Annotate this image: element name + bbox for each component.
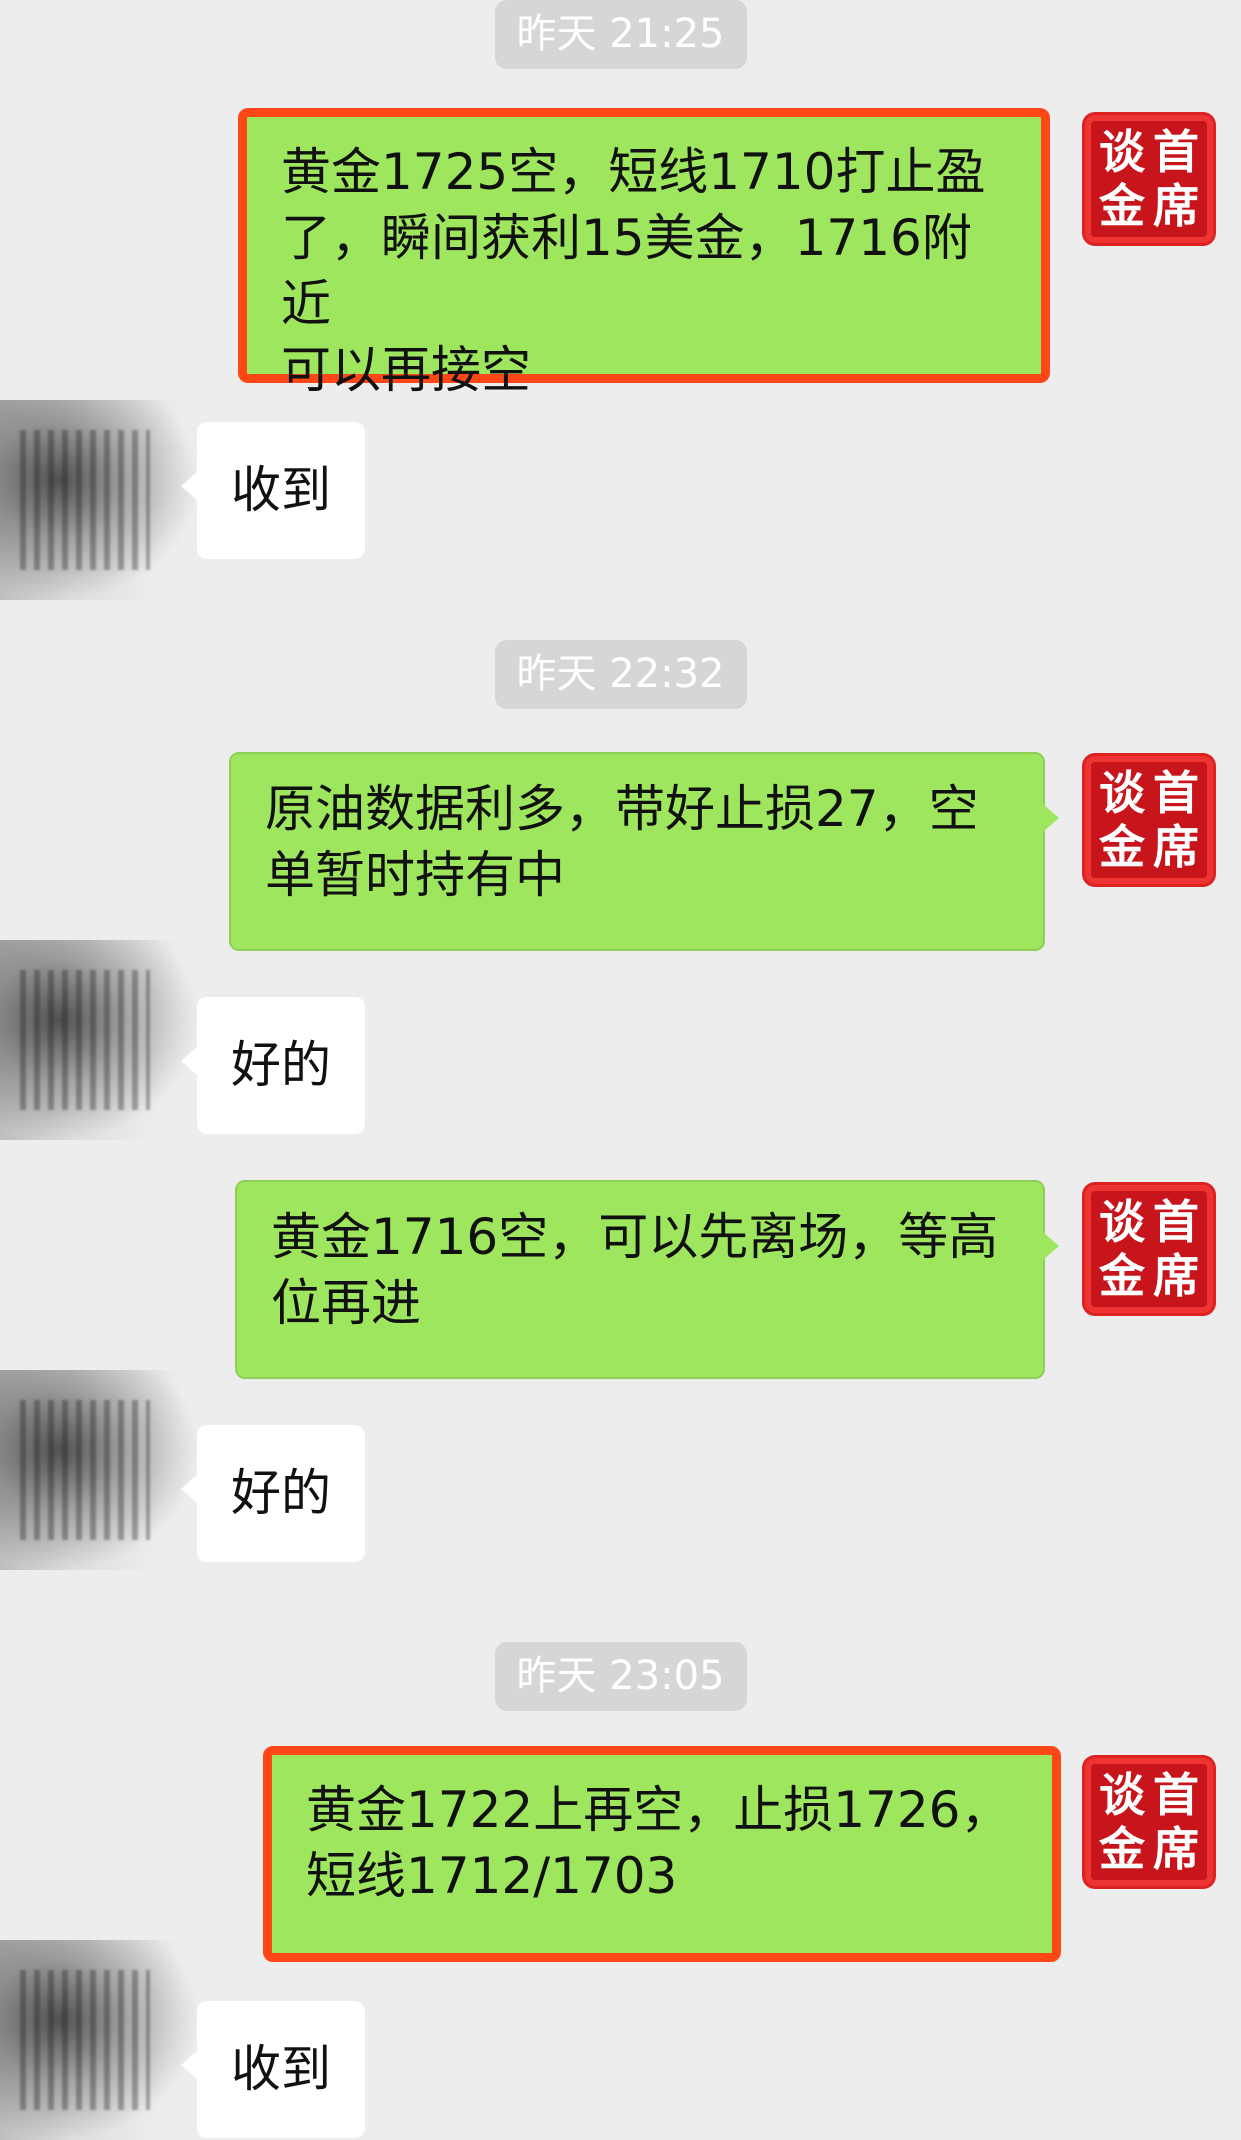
seal-char: 金 — [1099, 820, 1145, 874]
timestamp-1: 昨天 21:25 — [494, 0, 747, 69]
message-line: 原油数据利多，带好止损27，空 — [265, 780, 979, 838]
contact-avatar[interactable] — [0, 940, 200, 1140]
seal-char: 金 — [1099, 1822, 1145, 1876]
seal-char: 席 — [1153, 1249, 1199, 1303]
message-bubble-incoming[interactable]: 好的 — [181, 1425, 365, 1562]
contact-avatar[interactable] — [0, 1940, 200, 2140]
seal-char: 首 — [1153, 125, 1199, 179]
message-line: 黄金1725空，短线1710打止盈 — [281, 143, 986, 201]
contact-avatar[interactable] — [0, 400, 200, 600]
message-bubble-outgoing[interactable]: 黄金1722上再空，止损1726， 短线1712/1703 — [263, 1746, 1061, 1962]
sender-avatar-seal[interactable]: 谈 首 金 席 — [1085, 756, 1213, 884]
message-line: 黄金1722上再空，止损1726， — [306, 1781, 1011, 1839]
contact-avatar[interactable] — [0, 1370, 200, 1570]
sender-avatar-seal[interactable]: 谈 首 金 席 — [1085, 1185, 1213, 1313]
message-bubble-outgoing[interactable]: 黄金1725空，短线1710打止盈 了，瞬间获利15美金，1716附近 可以再接… — [238, 108, 1050, 399]
seal-char: 谈 — [1099, 766, 1145, 820]
seal-char: 首 — [1153, 1195, 1199, 1249]
seal-char: 首 — [1153, 1768, 1199, 1822]
message-bubble-incoming[interactable]: 好的 — [181, 997, 365, 1134]
sender-avatar-seal[interactable]: 谈 首 金 席 — [1085, 1758, 1213, 1886]
message-line: 可以再接空 — [281, 341, 531, 399]
message-line: 位再进 — [271, 1274, 421, 1332]
sender-avatar-seal[interactable]: 谈 首 金 席 — [1085, 115, 1213, 243]
message-text: 好的 — [231, 1036, 331, 1094]
message-line: 短线1712/1703 — [306, 1847, 678, 1905]
message-text: 收到 — [231, 2040, 331, 2098]
timestamp-3: 昨天 23:05 — [494, 1642, 747, 1711]
seal-char: 金 — [1099, 1249, 1145, 1303]
seal-char: 谈 — [1099, 1195, 1145, 1249]
timestamp-2: 昨天 22:32 — [494, 640, 747, 709]
message-text: 好的 — [231, 1464, 331, 1522]
seal-char: 金 — [1099, 179, 1145, 233]
message-text: 收到 — [231, 461, 331, 519]
seal-char: 谈 — [1099, 125, 1145, 179]
message-bubble-incoming[interactable]: 收到 — [181, 422, 365, 559]
seal-char: 谈 — [1099, 1768, 1145, 1822]
message-line: 单暂时持有中 — [265, 846, 565, 904]
message-line: 了，瞬间获利15美金，1716附近 — [281, 209, 972, 333]
seal-char: 席 — [1153, 1822, 1199, 1876]
message-bubble-incoming[interactable]: 收到 — [181, 2001, 365, 2138]
seal-char: 席 — [1153, 179, 1199, 233]
message-bubble-outgoing[interactable]: 原油数据利多，带好止损27，空 单暂时持有中 — [229, 752, 1059, 951]
seal-char: 席 — [1153, 820, 1199, 874]
message-line: 黄金1716空，可以先离场，等高 — [271, 1208, 999, 1266]
message-bubble-outgoing[interactable]: 黄金1716空，可以先离场，等高 位再进 — [235, 1180, 1059, 1379]
seal-char: 首 — [1153, 766, 1199, 820]
